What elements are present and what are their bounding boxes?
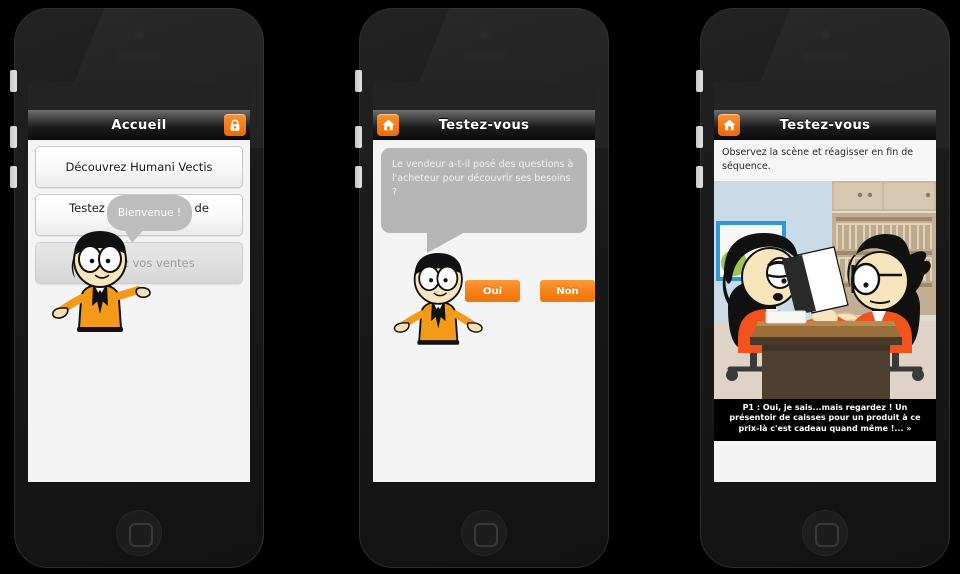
volume-down-button[interactable] — [355, 166, 362, 188]
status-bar — [714, 82, 936, 110]
home-icon[interactable] — [377, 114, 399, 136]
welcome-bubble-text: Bienvenue ! — [117, 207, 182, 219]
welcome-speech-bubble: Bienvenue ! — [107, 195, 192, 243]
salesman-character-icon — [52, 231, 151, 332]
lock-glyph — [230, 118, 240, 131]
page-title: Accueil — [111, 117, 167, 133]
front-camera-icon — [479, 30, 489, 40]
scene-illustration[interactable] — [714, 180, 936, 399]
navbar-home: Accueil — [28, 110, 250, 140]
instruction-panel: Observez la scène et réagisser en fin de… — [714, 140, 936, 181]
status-bar — [28, 82, 250, 110]
earpiece-speaker — [116, 52, 162, 60]
office-scene-graphic — [714, 180, 936, 399]
volume-down-button[interactable] — [696, 166, 703, 188]
page-title: Testez-vous — [438, 117, 530, 133]
answer-button-non[interactable]: Non — [540, 280, 595, 302]
caption-text: P1 : Oui, je sais...mais regardez ! Un p… — [729, 402, 921, 434]
volume-up-button[interactable] — [696, 126, 703, 148]
phone-screen-quiz: Testez-vous Le vendeur a-t-il posé des q… — [373, 82, 595, 482]
phone-device-home: Accueil Découvrez Humani Vectis Testez d… — [10, 8, 264, 568]
home-hardware-button[interactable] — [802, 510, 848, 556]
home-glyph — [382, 119, 394, 131]
volume-up-button[interactable] — [355, 126, 362, 148]
phone-screen-home: Accueil Découvrez Humani Vectis Testez d… — [28, 82, 250, 482]
earpiece-speaker — [802, 52, 848, 60]
front-camera-icon — [820, 30, 830, 40]
menu-button-decouvrez[interactable]: Découvrez Humani Vectis — [35, 146, 243, 188]
silent-switch[interactable] — [10, 70, 17, 92]
silent-switch[interactable] — [355, 70, 362, 92]
salesman-character-icon — [393, 252, 483, 345]
menu-button-label: Découvrez Humani Vectis — [65, 159, 213, 174]
phone-device-quiz: Testez-vous Le vendeur a-t-il posé des q… — [355, 8, 609, 568]
scene-content: Observez la scène et réagisser en fin de… — [714, 140, 936, 482]
status-bar — [373, 82, 595, 110]
front-camera-icon — [134, 30, 144, 40]
answer-label: Non — [556, 285, 579, 297]
question-text: Le vendeur a-t-il posé des questions à l… — [392, 159, 574, 198]
volume-up-button[interactable] — [10, 126, 17, 148]
question-speech-bubble: Le vendeur a-t-il posé des questions à l… — [381, 148, 587, 253]
page-title: Testez-vous — [779, 117, 871, 133]
home-glyph — [723, 119, 735, 131]
earpiece-speaker — [461, 52, 507, 60]
scene-caption: P1 : Oui, je sais...mais regardez ! Un p… — [714, 398, 936, 441]
navbar-quiz: Testez-vous — [373, 110, 595, 140]
phone-screen-scene: Testez-vous Observez la scène et réagiss… — [714, 82, 936, 482]
silent-switch[interactable] — [696, 70, 703, 92]
navbar-scene: Testez-vous — [714, 110, 936, 140]
home-icon[interactable] — [718, 114, 740, 136]
instruction-text: Observez la scène et réagisser en fin de… — [722, 147, 914, 172]
quiz-content: Le vendeur a-t-il posé des questions à l… — [373, 140, 595, 482]
lock-icon[interactable] — [224, 114, 246, 136]
volume-down-button[interactable] — [10, 166, 17, 188]
phone-device-scene: Testez-vous Observez la scène et réagiss… — [696, 8, 950, 568]
home-hardware-button[interactable] — [461, 510, 507, 556]
home-content: Découvrez Humani Vectis Testez votre cap… — [28, 140, 250, 482]
home-hardware-button[interactable] — [116, 510, 162, 556]
screenshot-stage: Accueil Découvrez Humani Vectis Testez d… — [0, 0, 960, 574]
